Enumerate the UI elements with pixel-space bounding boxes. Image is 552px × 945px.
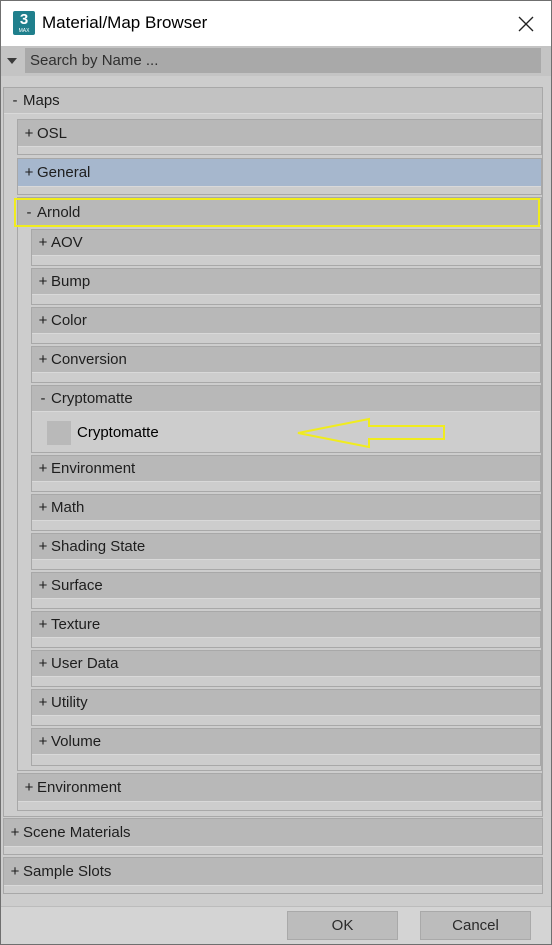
- ok-button[interactable]: OK: [287, 911, 398, 940]
- category-user-data[interactable]: + User Data: [32, 651, 540, 677]
- category-label: Cryptomatte: [51, 390, 133, 407]
- search-bar: [1, 46, 551, 76]
- app-icon-digit: 3: [19, 11, 29, 28]
- category-environment-arnold[interactable]: + Environment: [32, 456, 540, 482]
- expand-sign: +: [38, 234, 48, 251]
- category-label: Bump: [51, 273, 91, 290]
- category-label: User Data: [51, 655, 119, 672]
- cancel-button[interactable]: Cancel: [420, 911, 531, 940]
- category-label: Conversion: [51, 351, 127, 368]
- category-conversion[interactable]: + Conversion: [32, 347, 540, 373]
- category-label: Sample Slots: [23, 863, 112, 880]
- category-cryptomatte[interactable]: - Cryptomatte: [32, 386, 540, 412]
- category-label: Arnold: [37, 204, 81, 221]
- window-title: Material/Map Browser: [42, 13, 208, 32]
- expand-sign: +: [38, 616, 48, 633]
- category-general[interactable]: + General: [18, 159, 541, 187]
- title-bar: 3 MAX Material/Map Browser: [1, 1, 551, 46]
- category-utility[interactable]: + Utility: [32, 690, 540, 716]
- category-label: Environment: [37, 779, 122, 796]
- search-options-dropdown-icon[interactable]: [7, 58, 17, 64]
- close-icon: [518, 16, 534, 32]
- category-volume[interactable]: + Volume: [32, 729, 540, 755]
- map-item-label: Cryptomatte: [77, 424, 159, 441]
- expand-sign: +: [10, 863, 20, 880]
- category-label: General: [37, 164, 91, 181]
- category-bump[interactable]: + Bump: [32, 269, 540, 295]
- category-label: Color: [51, 312, 87, 329]
- expand-sign: +: [38, 499, 48, 516]
- expand-sign: +: [24, 125, 34, 142]
- expand-sign: +: [38, 655, 48, 672]
- category-label: Math: [51, 499, 85, 516]
- category-texture[interactable]: + Texture: [32, 612, 540, 638]
- category-label: Environment: [51, 460, 136, 477]
- collapse-sign: -: [40, 390, 46, 407]
- collapse-sign: -: [26, 204, 32, 221]
- category-maps[interactable]: - Maps: [4, 88, 542, 114]
- expand-sign: +: [38, 312, 48, 329]
- expand-sign: +: [10, 824, 20, 841]
- close-button[interactable]: [507, 7, 545, 41]
- browser-tree: - Maps + OSL + General - Arnold + AOV + Bump +…: [1, 76, 551, 906]
- cryptomatte-map-item[interactable]: Cryptomatte: [45, 420, 540, 447]
- category-environment[interactable]: + Environment: [18, 774, 541, 802]
- expand-sign: +: [38, 694, 48, 711]
- material-map-browser-window: 3 MAX Material/Map Browser -Maps +OSL +G…: [0, 0, 552, 945]
- category-scene-materials[interactable]: + Scene Materials: [4, 819, 542, 847]
- category-label: Volume: [51, 733, 102, 750]
- app-icon-subtext: MAX: [18, 28, 30, 34]
- dialog-button-bar: OK Cancel: [1, 906, 551, 944]
- expand-sign: +: [38, 577, 48, 594]
- category-label: Utility: [51, 694, 88, 711]
- category-surface[interactable]: + Surface: [32, 573, 540, 599]
- category-shading-state[interactable]: + Shading State: [32, 534, 540, 560]
- search-input[interactable]: [25, 48, 541, 73]
- category-color[interactable]: + Color: [32, 308, 540, 334]
- category-label: Scene Materials: [23, 824, 131, 841]
- category-aov[interactable]: + AOV: [32, 230, 540, 256]
- expand-sign: +: [24, 164, 34, 181]
- category-label: Texture: [51, 616, 101, 633]
- category-osl[interactable]: + OSL: [18, 120, 541, 147]
- category-math[interactable]: + Math: [32, 495, 540, 521]
- expand-sign: +: [38, 351, 48, 368]
- expand-sign: +: [38, 460, 48, 477]
- map-swatch-thumbnail: [47, 421, 71, 445]
- expand-sign: +: [24, 779, 34, 796]
- yellow-arrow-annotation: [297, 417, 445, 449]
- category-label: Maps: [23, 92, 60, 109]
- category-label: Shading State: [51, 538, 146, 555]
- category-label: AOV: [51, 234, 83, 251]
- 3dsmax-app-icon: 3 MAX: [13, 11, 35, 35]
- category-label: Surface: [51, 577, 103, 594]
- category-label: OSL: [37, 125, 68, 142]
- collapse-sign: -: [12, 92, 18, 109]
- expand-sign: +: [38, 273, 48, 290]
- expand-sign: +: [38, 538, 48, 555]
- category-sample-slots[interactable]: + Sample Slots: [4, 858, 542, 886]
- expand-sign: +: [38, 733, 48, 750]
- category-arnold[interactable]: - Arnold: [18, 199, 541, 226]
